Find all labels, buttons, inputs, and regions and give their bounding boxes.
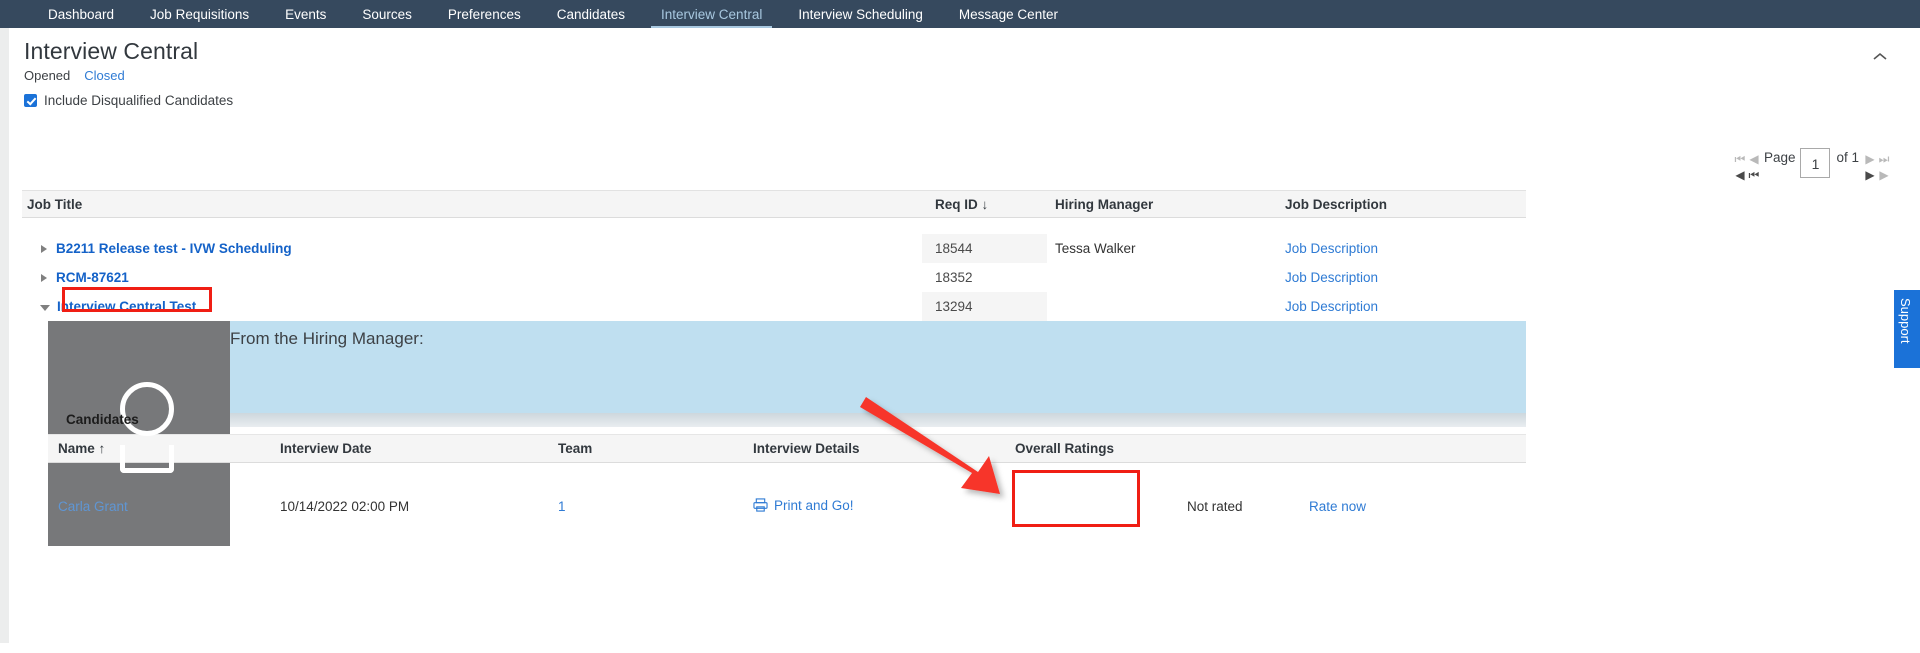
pager-total-label: of 1 [1836,150,1859,165]
hiring-manager-heading: From the Hiring Manager: [230,329,424,348]
nav-item-job-requisitions[interactable]: Job Requisitions [132,0,267,28]
rate-now-link[interactable]: Rate now [1309,499,1366,514]
redaction-circle-overlay [120,382,174,436]
support-tab-button[interactable]: Support [1894,290,1920,368]
team-link[interactable]: 1 [558,499,566,514]
pager-page-label: Page [1763,150,1796,165]
job-title-link[interactable]: RCM-87621 [56,270,129,285]
column-header-job-title[interactable]: Job Title [22,197,922,212]
redaction-shape-overlay [120,445,174,473]
nav-item-interview-scheduling[interactable]: Interview Scheduling [780,0,941,28]
rating-status-label: Not rated [1187,498,1243,514]
last-page-icon[interactable]: ⏭ [1878,153,1890,165]
job-requisitions-table: Job Title Req ID ↓ Hiring Manager Job De… [22,190,1526,321]
status-subtabs: Opened Closed [24,68,1898,83]
chevron-up-icon[interactable] [1870,48,1890,68]
job-description-link[interactable]: Job Description [1285,241,1378,256]
pager-right-arrows: ▶ ⏭ ▶ ▶ [1864,148,1890,183]
nav-item-candidates[interactable]: Candidates [539,0,643,28]
include-disqualified-row: Include Disqualified Candidates [24,93,1898,108]
subtab-closed[interactable]: Closed [84,68,124,83]
job-title-link[interactable]: B2211 Release test - IVW Scheduling [56,241,292,256]
nav-item-interview-central[interactable]: Interview Central [643,0,780,28]
collapse-triangle-icon[interactable] [40,305,50,311]
table-row: Carla Grant 10/14/2022 02:00 PM 1 Print … [48,463,1526,549]
req-id-value: 13294 [922,292,1047,321]
column-header-req-id[interactable]: Req ID ↓ [922,197,1047,212]
column-header-name-label: Name [58,441,95,456]
subtab-opened[interactable]: Opened [24,68,70,83]
job-description-link[interactable]: Job Description [1285,299,1378,314]
sort-ascending-icon: ↑ [98,441,106,456]
support-tab-label: Support [1898,298,1913,344]
nav-item-message-center[interactable]: Message Center [941,0,1076,28]
prev-page-icon[interactable]: ◀ [1748,153,1760,165]
jobs-table-header: Job Title Req ID ↓ Hiring Manager Job De… [22,190,1526,218]
hiring-manager-value: Tessa Walker [1055,241,1136,256]
print-and-go-link[interactable]: Print and Go! [774,498,854,513]
printer-icon [753,497,768,515]
nav-item-events[interactable]: Events [267,0,344,28]
table-row: B2211 Release test - IVW Scheduling 1854… [22,234,1526,263]
job-title-link[interactable]: Interview Central Test [57,299,196,314]
hiring-manager-panel: From the Hiring Manager: [48,321,1526,426]
interview-date-value: 10/14/2022 02:00 PM [280,498,410,514]
column-header-team[interactable]: Team [558,441,753,456]
column-header-interview-date[interactable]: Interview Date [280,441,558,456]
nav-item-sources[interactable]: Sources [344,0,430,28]
pager-left-arrows: ⏮ ◀ ◀ ⏮ [1734,148,1760,183]
column-header-req-id-label: Req ID [935,196,978,212]
nav-item-preferences[interactable]: Preferences [430,0,539,28]
expand-triangle-icon[interactable] [41,244,47,253]
column-header-overall-ratings[interactable]: Overall Ratings [1015,441,1187,456]
req-id-value: 18352 [935,270,973,285]
last-page-icon-secondary[interactable]: ▶ [1878,169,1890,181]
main-navigation-bar: Dashboard Job Requisitions Events Sources Pr… [0,0,1920,28]
req-id-value: 18544 [922,234,1047,263]
page-content: Interview Central Opened Closed Include … [0,38,1920,653]
column-header-hiring-manager[interactable]: Hiring Manager [1047,197,1277,212]
column-header-job-description[interactable]: Job Description [1277,197,1517,212]
candidate-name-link[interactable]: Carla Grant [58,499,128,514]
next-page-icon-secondary[interactable]: ▶ [1864,169,1876,181]
include-disqualified-label: Include Disqualified Candidates [44,93,234,108]
candidates-table-header: Name ↑ Interview Date Team Interview Det… [48,434,1526,463]
pagination-control: ⏮ ◀ ◀ ⏮ Page 1 of 1 ▶ ⏭ ▶ ▶ [1734,148,1890,188]
prev-page-icon-secondary[interactable]: ◀ [1734,169,1746,181]
first-page-icon[interactable]: ⏮ [1734,153,1746,165]
expand-triangle-icon[interactable] [41,273,47,282]
first-page-icon-secondary[interactable]: ⏮ [1748,169,1760,181]
job-description-link[interactable]: Job Description [1285,270,1378,285]
candidates-section-label: Candidates [66,412,139,427]
candidates-table: Name ↑ Interview Date Team Interview Det… [48,434,1526,549]
include-disqualified-checkbox[interactable] [24,94,37,107]
next-page-icon[interactable]: ▶ [1864,153,1876,165]
table-row: Interview Central Test 13294 Job Descrip… [22,287,1526,321]
page-number-input[interactable]: 1 [1800,148,1831,178]
sort-descending-icon: ↓ [981,196,989,212]
nav-item-dashboard[interactable]: Dashboard [30,0,132,28]
column-header-interview-details[interactable]: Interview Details [753,441,1015,456]
page-title: Interview Central [24,38,199,64]
panel-divider-band [48,413,1526,427]
table-row: RCM-87621 18352 Job Description [22,263,1526,292]
